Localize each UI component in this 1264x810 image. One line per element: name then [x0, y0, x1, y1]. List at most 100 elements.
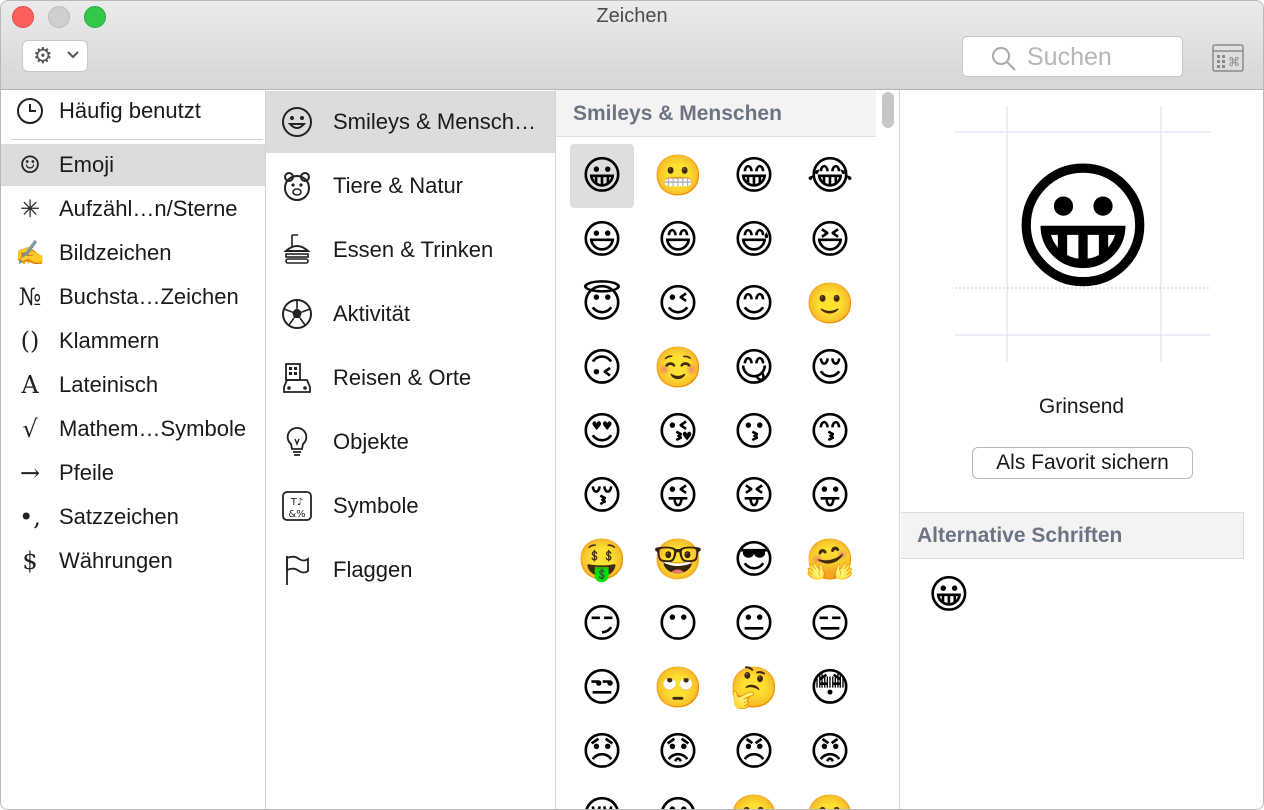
subcategory-item[interactable]: Reisen & Orte — [266, 347, 555, 409]
emoji-cell[interactable]: 😙 — [798, 400, 862, 464]
emoji-cell[interactable]: 😁 — [722, 144, 786, 208]
emoji-cell[interactable]: 🤑 — [570, 528, 634, 592]
category-label: Mathem…Symbole — [59, 416, 247, 441]
preview-emoji-glyph: 😀 — [1010, 149, 1156, 306]
subcategory-label: Objekte — [333, 429, 409, 454]
emoji-cell[interactable]: 🤔 — [722, 656, 786, 720]
category-item[interactable]: () Klammern — [1, 320, 265, 362]
search-icon — [992, 47, 1016, 71]
emoji-cell[interactable]: 😏 — [570, 592, 634, 656]
add-to-favorites-button[interactable]: Als Favorit sichern — [972, 447, 1193, 479]
emoji-cell[interactable]: 😊 — [722, 272, 786, 336]
emoji-cell[interactable]: ☺️ — [646, 336, 710, 400]
emoji-cell[interactable]: 😬 — [646, 144, 710, 208]
emoji-cell[interactable]: 😍 — [570, 400, 634, 464]
emoji-cell[interactable]: 😠 — [722, 720, 786, 784]
emoji-grid-panel: Smileys & Menschen 😀 😬 😁 😂 😃 😄 😅 😆 😇 😉 😊 🙂 🙃 ☺️ 😋 😌 😍 😘 😗 😙… — [556, 90, 900, 809]
subcategory-label: Smileys & Mensch… — [333, 109, 536, 134]
subcategory-item[interactable]: Flaggen — [266, 539, 555, 601]
subcategory-item[interactable]: Tiere & Natur — [266, 155, 555, 217]
category-label: Klammern — [59, 328, 160, 353]
category-item[interactable]: → Pfeile — [1, 452, 265, 494]
emoji-cell[interactable]: 😅 — [722, 208, 786, 272]
smiley-outline-icon: ☺ — [19, 151, 41, 179]
emoji-cell[interactable]: 😃 — [570, 208, 634, 272]
emoji-cell[interactable]: 😒 — [570, 656, 634, 720]
emoji-subcategory-list: Smileys & Mensch… Tiere & Natur Essen & Tr… — [266, 90, 556, 809]
emoji-cell[interactable]: 😆 — [798, 208, 862, 272]
category-item[interactable]: ✍ Bildzeichen — [1, 232, 265, 274]
category-item[interactable]: ✳ Aufzähl…n/Sterne — [1, 188, 265, 230]
emoji-cell[interactable]: 😜 — [646, 464, 710, 528]
emoji-cell[interactable]: 😝 — [722, 464, 786, 528]
emoji-cell[interactable]: 😉 — [646, 272, 710, 336]
emoji-cell[interactable]: 🙄 — [646, 656, 710, 720]
search-placeholder: Suchen — [1027, 43, 1112, 71]
emoji-cell[interactable]: 😟 — [646, 720, 710, 784]
bear-icon — [284, 172, 310, 201]
emoji-cell[interactable]: 🤓 — [646, 528, 710, 592]
emoji-cell[interactable]: 😑 — [798, 592, 862, 656]
clock-icon — [15, 96, 45, 126]
chevron-down-icon — [67, 51, 79, 59]
emoji-cell[interactable]: 😶 — [646, 592, 710, 656]
alternative-emoji[interactable]: 😀 — [928, 572, 970, 618]
emoji-cell[interactable]: 😌 — [798, 336, 862, 400]
emoji-cell[interactable]: 😘 — [646, 400, 710, 464]
action-menu-button[interactable]: ⚙ — [22, 40, 88, 72]
category-item[interactable]: •, Satzzeichen — [1, 496, 265, 538]
category-sidebar: Häufig benutzt ☺ Emoji ✳ Aufzähl…n/Sterne ✍ Bi… — [1, 90, 266, 809]
subcategory-label: Essen & Trinken — [333, 237, 494, 262]
emoji-section-header: Smileys & Menschen — [556, 90, 876, 137]
burger-cup-icon — [283, 234, 311, 264]
square-root-icon: √ — [22, 415, 38, 443]
emoji-cell[interactable]: 😀 — [570, 144, 634, 208]
subcategory-item[interactable]: Essen & Trinken — [266, 219, 555, 281]
emoji-cell[interactable]: 😋 — [722, 336, 786, 400]
emoji-cell[interactable]: 😚 — [570, 464, 634, 528]
scrollbar-thumb[interactable] — [882, 92, 894, 128]
emoji-cell[interactable]: 😗 — [722, 400, 786, 464]
category-item[interactable]: $ Währungen — [1, 540, 265, 582]
lightbulb-icon — [286, 427, 308, 456]
detail-panel: 😀 Grinsend Als Favorit sichern Alternati… — [900, 90, 1263, 809]
emoji-cell[interactable]: 😡 — [798, 720, 862, 784]
emoji-cell[interactable]: 🙂 — [798, 272, 862, 336]
emoji-cell[interactable]: 😕 — [646, 784, 710, 809]
emoji-cell[interactable]: ☹️ — [798, 784, 862, 809]
category-item[interactable]: A Lateinisch — [1, 364, 265, 406]
category-item[interactable]: Häufig benutzt — [1, 90, 265, 132]
emoji-cell[interactable]: 😞 — [570, 720, 634, 784]
category-item[interactable]: № Buchsta…Zeichen — [1, 276, 265, 318]
emoji-cell[interactable]: 🤗 — [798, 528, 862, 592]
emoji-cell[interactable]: 😐 — [722, 592, 786, 656]
character-palette-icon[interactable]: ⌘ — [1212, 44, 1244, 72]
svg-text:&%: &% — [288, 509, 305, 520]
flag-icon — [286, 555, 309, 585]
category-item[interactable]: ☺ Emoji — [1, 144, 265, 186]
category-divider — [11, 139, 263, 140]
search-field[interactable]: Suchen — [962, 36, 1183, 77]
asterisk-icon: ✳ — [19, 195, 41, 223]
emoji-cell[interactable]: 🙁 — [722, 784, 786, 809]
subcategory-item[interactable]: Objekte — [266, 411, 555, 473]
emoji-cell[interactable]: 🙃 — [570, 336, 634, 400]
emoji-cell[interactable]: 😳 — [798, 656, 862, 720]
alternative-fonts-header: Alternative Schriften — [901, 512, 1244, 559]
emoji-cell[interactable]: 😛 — [798, 464, 862, 528]
category-label: Buchsta…Zeichen — [59, 284, 239, 309]
emoji-cell[interactable]: 😄 — [646, 208, 710, 272]
svg-text:T♪: T♪ — [290, 497, 304, 508]
emoji-cell[interactable]: 😇 — [570, 272, 634, 336]
category-item[interactable]: √ Mathem…Symbole — [1, 408, 265, 450]
subcategory-item[interactable]: Smileys & Mensch… — [266, 91, 555, 153]
emoji-cell[interactable]: 😎 — [722, 528, 786, 592]
subcategory-item[interactable]: T♪ &% Symbole — [266, 475, 555, 537]
emoji-cell[interactable]: 😔 — [570, 784, 634, 809]
category-label: Satzzeichen — [59, 504, 179, 529]
emoji-cell[interactable]: 😂 — [798, 144, 862, 208]
emoji-preview: 😀 — [955, 106, 1211, 362]
subcategory-item[interactable]: Aktivität — [266, 283, 555, 345]
alternative-fonts-title: Alternative Schriften — [917, 524, 1123, 547]
category-label: Lateinisch — [59, 372, 159, 397]
